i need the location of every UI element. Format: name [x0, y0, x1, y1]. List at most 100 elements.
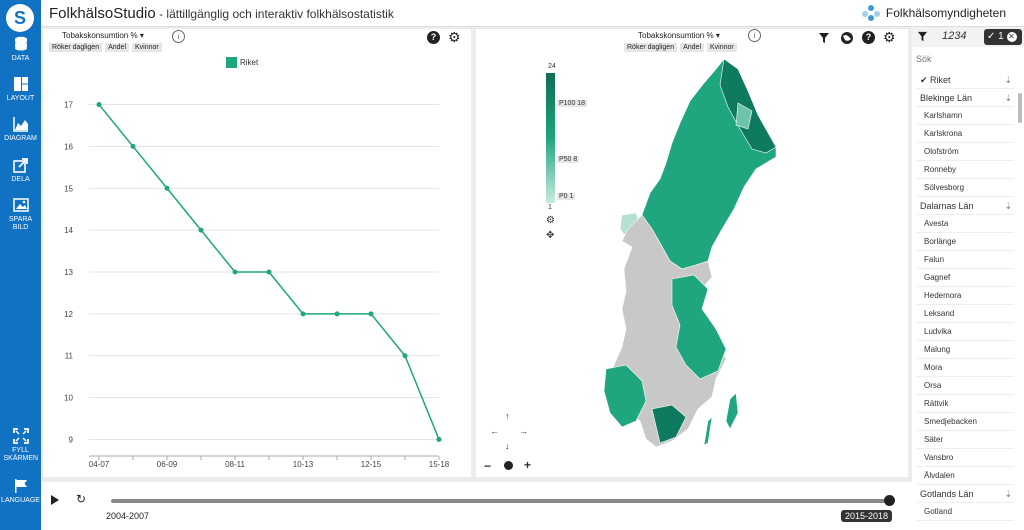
- data-point[interactable]: [198, 227, 204, 233]
- list-item-label: Malung: [924, 345, 951, 354]
- list-item[interactable]: Orsa: [916, 377, 1014, 395]
- x-tick-label: 10-13: [293, 460, 314, 469]
- list-item[interactable]: Hedemora: [916, 287, 1014, 305]
- expand-arrow-icon[interactable]: ⇣: [1004, 197, 1012, 215]
- nav-language-button[interactable]: LANGUAGE: [0, 478, 41, 505]
- list-item[interactable]: Olofström: [916, 143, 1014, 161]
- list-item-label: Olofström: [924, 147, 959, 156]
- zoom-out-button[interactable]: −: [484, 459, 491, 473]
- list-item-label: Borlänge: [924, 237, 957, 246]
- y-tick-label: 14: [64, 226, 73, 235]
- list-item-label: Mora: [924, 363, 943, 372]
- list-item[interactable]: Ludvika: [916, 323, 1014, 341]
- org-logo[interactable]: Folkhälsomyndigheten: [860, 4, 1006, 22]
- list-item[interactable]: Leksand: [916, 305, 1014, 323]
- list-item[interactable]: Ronneby: [916, 161, 1014, 179]
- list-item-label: Ludvika: [924, 327, 952, 336]
- check-icon: ✔: [920, 75, 931, 85]
- pan-up-button[interactable]: ↑: [505, 411, 510, 421]
- nav-share-button[interactable]: DELA: [0, 157, 41, 184]
- list-item-label: Leksand: [924, 309, 955, 318]
- data-point[interactable]: [300, 311, 306, 317]
- data-point[interactable]: [334, 311, 340, 317]
- zoom-in-button[interactable]: +: [524, 458, 531, 472]
- list-group-header[interactable]: Blekinge Län ⇣: [916, 89, 1014, 107]
- sort-count-toggle[interactable]: 1234: [942, 30, 966, 42]
- clear-selection-icon[interactable]: ✕: [1006, 32, 1017, 42]
- map-panel: Tobakskonsumtion % ▾ Röker dagligen Ande…: [476, 29, 908, 477]
- list-filter-icon[interactable]: [917, 31, 928, 42]
- list-item[interactable]: Gagnef: [916, 269, 1014, 287]
- nav-diagram-button[interactable]: DIAGRAM: [0, 116, 41, 143]
- list-item-label: Rättvik: [924, 399, 949, 408]
- pan-left-button[interactable]: ←: [490, 426, 499, 436]
- fullscreen-icon: [12, 428, 29, 444]
- app-logo[interactable]: S: [6, 4, 34, 32]
- x-tick-label: 04-07: [89, 460, 110, 469]
- data-point[interactable]: [368, 311, 374, 317]
- play-button[interactable]: [51, 495, 59, 505]
- nav-language-label: LANGUAGE: [1, 497, 40, 504]
- region-search-input[interactable]: [916, 51, 1016, 67]
- y-tick-label: 15: [64, 184, 73, 193]
- x-tick-label: 06-09: [157, 460, 178, 469]
- list-item[interactable]: Karlskrona: [916, 125, 1014, 143]
- list-item[interactable]: Falun: [916, 251, 1014, 269]
- nav-layout-button[interactable]: LAYOUT: [0, 76, 41, 103]
- data-point[interactable]: [402, 353, 408, 359]
- list-item[interactable]: Malung: [916, 341, 1014, 359]
- list-item[interactable]: Smedjebacken: [916, 413, 1014, 431]
- list-group-header[interactable]: ✔ Riket ⇣: [916, 71, 1014, 89]
- timeline-handle[interactable]: [884, 495, 895, 506]
- list-item-label: Riket: [930, 75, 951, 85]
- sweden-map[interactable]: [476, 29, 908, 477]
- y-tick-label: 13: [64, 268, 73, 277]
- list-item[interactable]: Sölvesborg: [916, 179, 1014, 197]
- pan-down-button[interactable]: ↓: [505, 441, 510, 451]
- expand-arrow-icon[interactable]: ⇣: [1004, 485, 1012, 503]
- list-item-label: Orsa: [924, 381, 942, 390]
- list-scrollbar[interactable]: [1018, 93, 1022, 123]
- list-item[interactable]: Rättvik: [916, 395, 1014, 413]
- reset-icon[interactable]: ↻: [76, 492, 86, 506]
- pan-right-button[interactable]: →: [519, 426, 528, 436]
- expand-arrow-icon[interactable]: ⇣: [1004, 71, 1012, 89]
- y-tick-label: 9: [69, 435, 74, 444]
- database-icon: [14, 36, 27, 51]
- data-point[interactable]: [96, 102, 102, 108]
- list-item[interactable]: Vansbro: [916, 449, 1014, 467]
- data-point[interactable]: [266, 269, 272, 275]
- data-point[interactable]: [232, 269, 238, 275]
- expand-arrow-icon[interactable]: ⇣: [1004, 89, 1012, 107]
- data-point[interactable]: [436, 436, 442, 442]
- nav-data-button[interactable]: DATA: [0, 36, 41, 63]
- list-item-label: Gagnef: [924, 273, 951, 282]
- nav-save-image-button[interactable]: SPARA BILD: [0, 197, 41, 232]
- nav-layout-label: LAYOUT: [6, 95, 35, 102]
- selected-count-badge[interactable]: ✓ 1 ✕: [984, 29, 1022, 45]
- map-region-north: [641, 58, 777, 270]
- nav-fullscreen-button[interactable]: FYLL SKÄRMEN: [0, 428, 41, 463]
- list-item[interactable]: Älvdalen: [916, 467, 1014, 485]
- list-item[interactable]: Avesta: [916, 215, 1014, 233]
- flag-icon: [14, 479, 27, 493]
- map-region-gotland: [725, 392, 739, 430]
- globe-reset-icon[interactable]: [504, 461, 513, 470]
- list-item[interactable]: Borlänge: [916, 233, 1014, 251]
- list-item[interactable]: Karlshamn: [916, 107, 1014, 125]
- share-icon: [12, 158, 28, 173]
- list-item-label: Avesta: [924, 219, 949, 228]
- list-group-header[interactable]: Dalarnas Län ⇣: [916, 197, 1014, 215]
- chart-icon: [12, 117, 28, 132]
- timeline-track[interactable]: [111, 499, 891, 503]
- data-point[interactable]: [130, 143, 136, 149]
- list-item[interactable]: Säter: [916, 431, 1014, 449]
- list-group-header[interactable]: Gotlands Län ⇣: [916, 485, 1014, 503]
- y-tick-label: 16: [64, 142, 73, 151]
- line-chart: 9 10 11 12 13 14 15 16 17 04-07 06-09 08-11 10-13 12-…: [64, 101, 450, 469]
- image-icon: [12, 198, 29, 212]
- list-item[interactable]: Gotland: [916, 503, 1014, 521]
- data-point[interactable]: [164, 185, 170, 191]
- list-item[interactable]: Mora: [916, 359, 1014, 377]
- nav-data-label: DATA: [11, 55, 30, 62]
